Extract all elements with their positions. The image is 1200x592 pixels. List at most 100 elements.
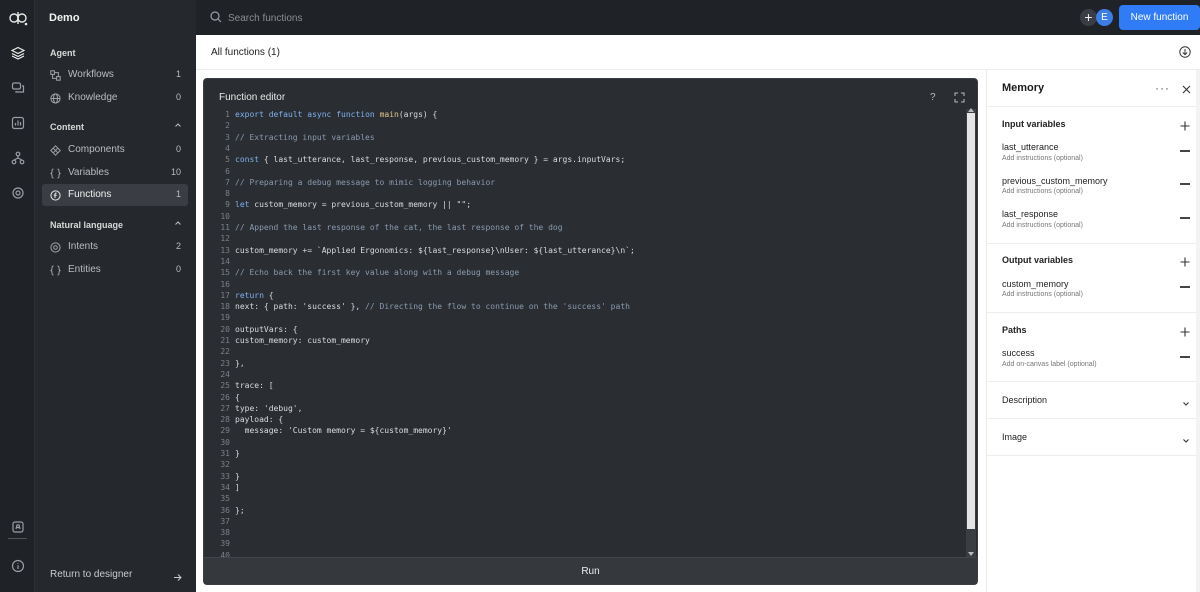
code-line[interactable]: 14 xyxy=(204,257,966,268)
output-variable-hint[interactable]: Add instructions (optional) xyxy=(1002,291,1083,298)
remove-variable-icon[interactable] xyxy=(1180,183,1190,185)
code-line[interactable]: 12 xyxy=(204,234,966,245)
code-line[interactable]: 25 trace: [ xyxy=(204,381,966,392)
code-line[interactable]: 31} xyxy=(204,449,966,460)
sidebar-item-components[interactable]: Components 0 xyxy=(42,139,188,161)
path-name[interactable]: success xyxy=(1002,348,1035,358)
code-line[interactable]: 6 xyxy=(204,167,966,178)
analytics-icon[interactable] xyxy=(11,116,25,130)
add-path-icon[interactable] xyxy=(1180,325,1190,337)
section-header-natural-language[interactable]: Natural language xyxy=(50,220,181,230)
code-line[interactable]: 23}, xyxy=(204,359,966,370)
return-to-designer-link[interactable]: Return to designer xyxy=(50,569,132,580)
sidebar-item-knowledge[interactable]: Knowledge 0 xyxy=(42,87,188,109)
chevron-down-icon[interactable] xyxy=(1182,433,1190,443)
search-input[interactable] xyxy=(228,11,628,25)
code-line[interactable]: 36}; xyxy=(204,506,966,517)
code-line[interactable]: 28 payload: { xyxy=(204,415,966,426)
sidebar-item-functions[interactable]: Functions 1 xyxy=(42,184,188,206)
image-section[interactable]: Image xyxy=(1002,432,1027,442)
remove-variable-icon[interactable] xyxy=(1180,150,1190,152)
code-line[interactable]: 10 xyxy=(204,212,966,223)
remove-variable-icon[interactable] xyxy=(1180,286,1190,288)
code-line[interactable]: 38 xyxy=(204,528,966,539)
download-icon[interactable] xyxy=(1179,46,1191,58)
code-line[interactable]: 30 xyxy=(204,438,966,449)
page-title: All functions (1) xyxy=(211,47,280,58)
editor-scrollbar[interactable] xyxy=(966,108,976,557)
chat-icon[interactable] xyxy=(11,81,25,95)
remove-path-icon[interactable] xyxy=(1180,356,1190,358)
input-variable-name[interactable]: last_utterance xyxy=(1002,142,1059,152)
code-editor[interactable]: 1 export default async function main(args… xyxy=(204,109,966,557)
section-header-content[interactable]: Content xyxy=(50,122,181,132)
run-button[interactable]: Run xyxy=(204,557,977,584)
code-line[interactable]: 7 // Preparing a debug message to mimic l… xyxy=(204,178,966,189)
logo-icon[interactable] xyxy=(8,9,28,27)
settings-icon[interactable] xyxy=(11,186,25,200)
code-line[interactable]: 8 xyxy=(204,189,966,200)
code-line[interactable]: 35 xyxy=(204,494,966,505)
input-variable-hint[interactable]: Add instructions (optional) xyxy=(1002,222,1083,229)
chevron-down-icon[interactable] xyxy=(1182,396,1190,406)
code-line[interactable]: 29 message: 'Custom memory = ${custom_me… xyxy=(204,426,966,437)
more-options-icon[interactable]: ··· xyxy=(1155,81,1170,95)
code-line[interactable]: 1 export default async function main(args… xyxy=(204,110,966,121)
code-line[interactable]: 22 xyxy=(204,347,966,358)
code-line[interactable]: 11 // Append the last response of the cat… xyxy=(204,223,966,234)
input-variable-name[interactable]: last_response xyxy=(1002,209,1058,219)
code-line[interactable]: 13 custom_memory += `Applied Ergonomics: … xyxy=(204,246,966,257)
code-line[interactable]: 17 return { xyxy=(204,291,966,302)
add-collaborator-button[interactable]: + xyxy=(1080,9,1097,26)
code-text: type: 'debug', xyxy=(235,403,303,413)
panel-scrollbar[interactable] xyxy=(1196,70,1200,592)
path-hint[interactable]: Add on-canvas label (optional) xyxy=(1002,361,1097,368)
code-line[interactable]: 18 next: { path: 'success' }, // Directin… xyxy=(204,302,966,313)
panel-divider xyxy=(987,106,1200,107)
output-variable-name[interactable]: custom_memory xyxy=(1002,279,1069,289)
add-output-variable-icon[interactable] xyxy=(1180,255,1190,267)
code-line[interactable]: 34] xyxy=(204,483,966,494)
remove-variable-icon[interactable] xyxy=(1180,217,1190,219)
add-input-variable-icon[interactable] xyxy=(1180,119,1190,131)
layers-icon[interactable] xyxy=(10,46,26,60)
close-icon[interactable] xyxy=(1182,82,1191,94)
help-icon[interactable]: ? xyxy=(930,92,936,103)
code-line[interactable]: 9 let custom_memory = previous_custom_mem… xyxy=(204,200,966,211)
code-line[interactable]: 2 xyxy=(204,121,966,132)
code-line[interactable]: 21 custom_memory: custom_memory xyxy=(204,336,966,347)
code-line[interactable]: 15 // Echo back the first key value along… xyxy=(204,268,966,279)
scrollbar-thumb[interactable] xyxy=(967,113,975,529)
assistant-icon[interactable] xyxy=(11,520,25,534)
input-variable-name[interactable]: previous_custom_memory xyxy=(1002,176,1108,186)
integrations-icon[interactable] xyxy=(11,151,25,165)
input-variable-hint[interactable]: Add instructions (optional) xyxy=(1002,155,1083,162)
new-function-button[interactable]: New function xyxy=(1119,5,1200,30)
sidebar-item-variables[interactable]: Variables 10 xyxy=(42,162,188,184)
code-line[interactable]: 5 const { last_utterance, last_response, … xyxy=(204,155,966,166)
line-number: 21 xyxy=(220,336,230,345)
avatar[interactable]: E xyxy=(1096,9,1113,26)
line-number: 37 xyxy=(220,516,230,526)
code-line[interactable]: 32 xyxy=(204,460,966,471)
code-line[interactable]: 26 { xyxy=(204,393,966,404)
sidebar-item-entities[interactable]: Entities 0 xyxy=(42,259,188,281)
code-line[interactable]: 39 xyxy=(204,539,966,550)
sidebar-item-intents[interactable]: Intents 2 xyxy=(42,236,188,258)
code-line[interactable]: 3 // Extracting input variables xyxy=(204,133,966,144)
expand-icon[interactable] xyxy=(954,91,965,103)
arrow-right-icon[interactable] xyxy=(173,570,182,581)
code-line[interactable]: 19 xyxy=(204,313,966,324)
code-line[interactable]: 4 xyxy=(204,144,966,155)
info-icon[interactable] xyxy=(11,559,25,573)
line-number: 1 xyxy=(225,110,230,119)
description-section[interactable]: Description xyxy=(1002,395,1047,405)
code-line[interactable]: 37 xyxy=(204,517,966,528)
code-line[interactable]: 16 xyxy=(204,280,966,291)
code-line[interactable]: 24 xyxy=(204,370,966,381)
input-variable-hint[interactable]: Add instructions (optional) xyxy=(1002,188,1083,195)
code-line[interactable]: 33} xyxy=(204,472,966,483)
code-line[interactable]: 27 type: 'debug', xyxy=(204,404,966,415)
sidebar-item-workflows[interactable]: Workflows 1 xyxy=(42,64,188,86)
code-line[interactable]: 20 outputVars: { xyxy=(204,325,966,336)
